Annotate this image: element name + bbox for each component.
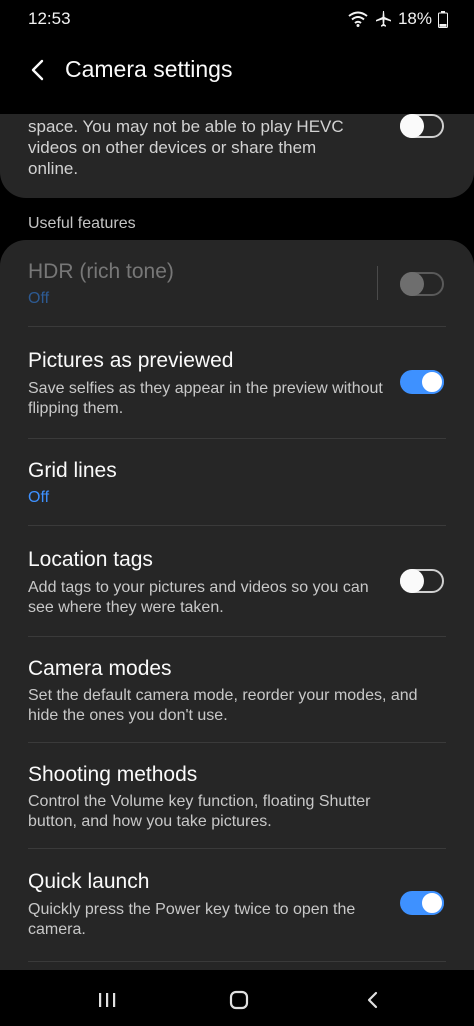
toggle-knob: [420, 370, 444, 394]
status-bar: 12:53 18%: [0, 0, 474, 38]
quick-launch-subtitle: Quickly press the Power key twice to ope…: [28, 901, 356, 938]
grid-lines-value: Off: [28, 489, 50, 506]
hdr-value: Off: [28, 290, 50, 307]
battery-percent: 18%: [397, 9, 432, 28]
toggle-knob: [400, 569, 424, 593]
hevc-toggle[interactable]: [400, 114, 444, 138]
setting-location-tags[interactable]: Location tags Add tags to your pictures …: [0, 526, 474, 636]
app-bar: Camera settings: [0, 42, 474, 98]
grid-lines-title: Grid lines: [28, 459, 117, 482]
navigation-bar: [0, 972, 474, 1026]
hevc-card[interactable]: space. You may not be able to play HEVC …: [0, 114, 474, 198]
setting-pictures-as-previewed[interactable]: Pictures as previewed Save selfies as th…: [0, 327, 474, 437]
hdr-title: HDR (rich tone): [28, 260, 174, 283]
home-icon: [229, 990, 249, 1010]
setting-hdr[interactable]: HDR (rich tone) Off: [0, 240, 474, 326]
recent-apps-button[interactable]: [91, 986, 123, 1014]
toggle-knob: [400, 272, 424, 296]
chevron-left-icon: [31, 59, 44, 81]
home-button[interactable]: [223, 986, 255, 1014]
divider: [28, 961, 446, 962]
pictures-previewed-title: Pictures as previewed: [28, 349, 234, 372]
shooting-methods-title: Shooting methods: [28, 763, 198, 786]
toggle-knob: [400, 114, 424, 138]
shooting-methods-subtitle: Control the Volume key function, floatin…: [28, 793, 371, 830]
toggle-knob: [420, 891, 444, 915]
location-tags-toggle[interactable]: [400, 569, 444, 593]
hevc-description: space. You may not be able to play HEVC …: [28, 117, 344, 178]
status-icons: 18%: [348, 9, 448, 29]
camera-modes-title: Camera modes: [28, 657, 172, 680]
setting-camera-modes[interactable]: Camera modes Set the default camera mode…: [0, 637, 474, 742]
recent-apps-icon: [99, 993, 116, 1007]
nav-back-button[interactable]: [357, 986, 389, 1014]
quick-launch-title: Quick launch: [28, 870, 150, 893]
pictures-previewed-toggle[interactable]: [400, 370, 444, 394]
wifi-icon: [348, 11, 368, 27]
page-title: Camera settings: [65, 56, 233, 82]
location-tags-title: Location tags: [28, 548, 153, 571]
status-time: 12:53: [28, 9, 71, 28]
hdr-toggle[interactable]: [400, 272, 444, 296]
pictures-previewed-subtitle: Save selfies as they appear in the previ…: [28, 380, 383, 417]
quick-launch-toggle[interactable]: [400, 891, 444, 915]
battery-icon: [438, 10, 448, 28]
back-button[interactable]: [20, 52, 56, 88]
setting-shooting-methods[interactable]: Shooting methods Control the Volume key …: [0, 743, 474, 848]
setting-quick-launch[interactable]: Quick launch Quickly press the Power key…: [0, 849, 474, 961]
section-header-useful-features: Useful features: [28, 215, 136, 232]
useful-features-card: HDR (rich tone) Off Pictures as previewe…: [0, 240, 474, 970]
camera-modes-subtitle: Set the default camera mode, reorder you…: [28, 687, 418, 724]
back-icon: [367, 991, 378, 1009]
airplane-mode-icon: [374, 10, 392, 28]
vertical-divider: [377, 266, 378, 300]
location-tags-subtitle: Add tags to your pictures and videos so …: [28, 579, 369, 616]
setting-grid-lines[interactable]: Grid lines Off: [0, 439, 474, 525]
